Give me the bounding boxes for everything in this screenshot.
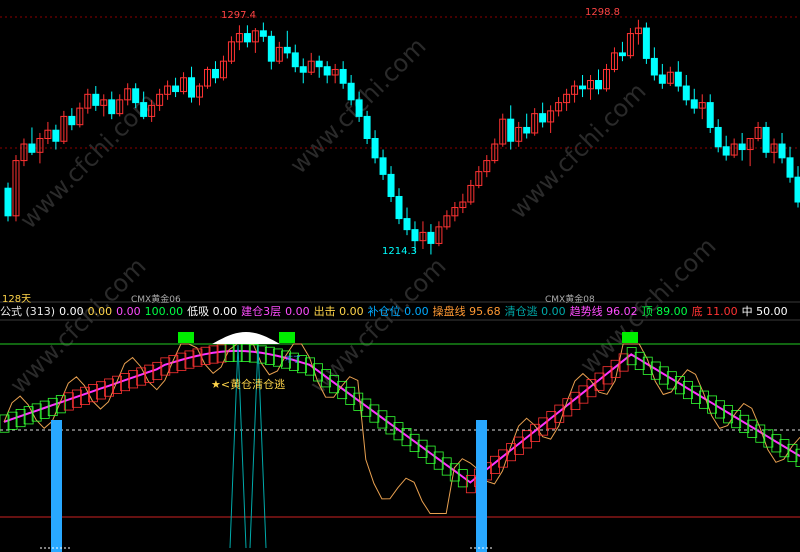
candle-body [243, 33, 251, 43]
indicator-item: 趋势线 96.02 [569, 305, 638, 318]
tiny-signal-text: 不了 [285, 355, 301, 364]
candle-body [523, 126, 531, 134]
candle-body [347, 82, 355, 101]
indicator-formula-bar: 公式 (313) 0.00 0.00 0.00 100.00 低吸 0.00 建仓3层 0.0… [0, 303, 800, 320]
candle-body [315, 60, 323, 68]
candle-body [211, 68, 219, 79]
candle-body [706, 102, 714, 128]
candle-body [387, 173, 395, 197]
indicator-item: 0.00 [116, 305, 141, 318]
build-position-dome [212, 332, 280, 344]
candle-body [371, 138, 379, 159]
candle-body [140, 102, 148, 117]
candle-body [267, 35, 275, 62]
candle-body [68, 115, 76, 126]
chart-stage: www.cfchi.com www.cfchi.com www.cfchi.comw… [0, 16, 800, 552]
candle-body [507, 118, 515, 142]
candle-body [539, 113, 547, 123]
indicator-item: 出击 0.00 [313, 305, 364, 318]
indicator-item: 清仓逃 0.00 [504, 305, 566, 318]
trend-line [3, 349, 800, 484]
indicator-item: 顶 89.00 [641, 305, 688, 318]
candle-body [411, 229, 419, 242]
indicator-item: 100.00 [144, 305, 184, 318]
candle-body [690, 99, 698, 109]
candle-body [92, 93, 100, 106]
watermark-text: www.cfchi.com [504, 77, 651, 224]
candle-body [403, 218, 411, 231]
bottom-signal-bar [476, 420, 487, 552]
indicator-item: 操盘线 95.68 [432, 305, 501, 318]
candle-body [762, 126, 770, 153]
candle-body [4, 187, 12, 217]
candle-body [778, 143, 786, 159]
candle-body [786, 157, 794, 178]
candle-body [299, 66, 307, 73]
candle-body [427, 231, 435, 244]
candle-body [682, 85, 690, 101]
candle-body [722, 146, 730, 156]
candle-body [323, 66, 331, 76]
candle-body [714, 126, 722, 148]
star-signal-text: ★<黄仓清仓逃 [211, 378, 286, 391]
top-signal-block [178, 332, 194, 343]
candle-body [794, 176, 800, 203]
candle-body [52, 129, 60, 142]
candle-body [658, 74, 666, 84]
high2-price-label: 1298.8 [585, 7, 620, 18]
top-signal-block [279, 332, 295, 343]
top-signal-block [622, 332, 638, 343]
indicator-item: 0.00 [87, 305, 113, 318]
indicator-item: 建仓3层 [241, 305, 282, 318]
indicator-item: 中 50.00 [741, 305, 788, 318]
indicator-item: 0.00 [59, 305, 84, 318]
candle-body [188, 77, 196, 98]
indicator-item: 底 11.00 [691, 305, 738, 318]
candle-body [339, 68, 347, 84]
low-price-label: 1214.3 [382, 246, 417, 257]
candle-body [355, 99, 363, 117]
indicator-item: 低吸 0.00 [187, 305, 238, 318]
candle-body [363, 115, 371, 139]
high-price-label: 1297.4 [221, 10, 256, 21]
candle-body [618, 52, 626, 57]
candle-body [291, 52, 299, 68]
candle-body [674, 71, 682, 87]
candle-body [259, 30, 267, 37]
indicator-item: 0.00 [285, 305, 310, 318]
candle-body [650, 57, 658, 76]
candle-body [108, 99, 116, 115]
indicator-item[interactable]: 公式 (313) [0, 305, 55, 318]
candle-body [579, 85, 587, 90]
indicator-item: 补仓位 0.00 [367, 305, 429, 318]
indicator-panel [0, 332, 800, 552]
candle-body [379, 157, 387, 175]
candle-body [172, 85, 180, 93]
candle-body [642, 27, 650, 59]
candle-body [738, 143, 746, 151]
bottom-signal-bar [51, 420, 62, 552]
candle-body [595, 80, 603, 90]
candle-body [132, 88, 140, 104]
candle-body [283, 46, 291, 54]
candle-body [28, 143, 36, 153]
candle-body [395, 195, 403, 220]
